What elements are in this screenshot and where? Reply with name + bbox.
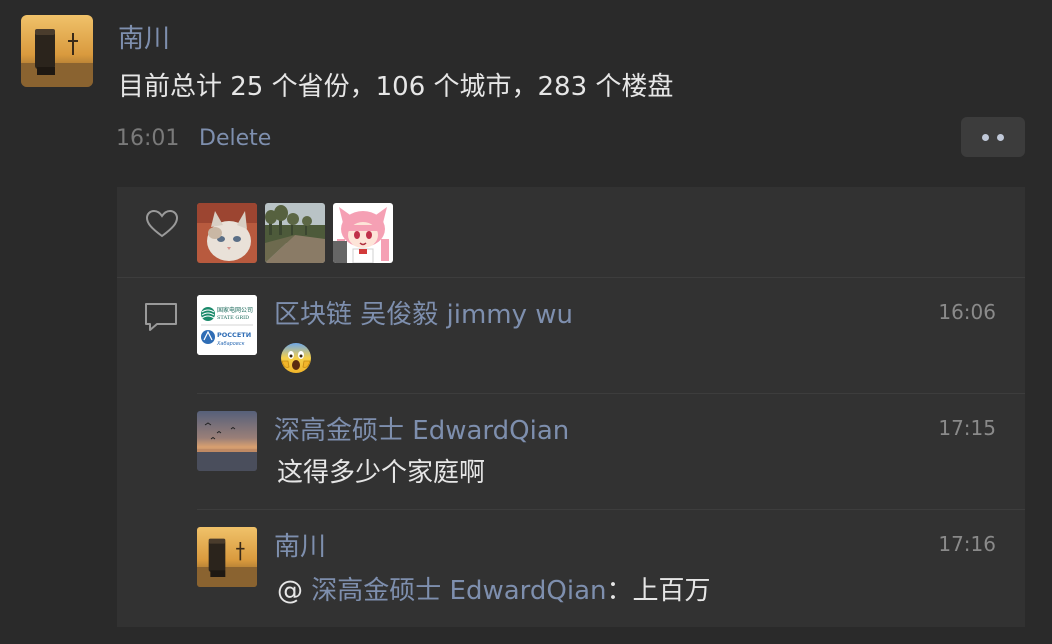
logo-line-1: 国家电网公司 bbox=[217, 306, 253, 314]
comment-divider bbox=[197, 393, 1025, 394]
liker-avatar-cat[interactable] bbox=[197, 203, 257, 263]
logo-line-3: РОССЕТИ bbox=[217, 331, 251, 339]
comment-divider bbox=[197, 509, 1025, 510]
screaming-face-emoji-icon bbox=[281, 343, 311, 373]
cat-image bbox=[197, 203, 257, 263]
moments-post: 南川 目前总计 25 个省份，106 个城市，283 个楼盘 16:01 Del… bbox=[0, 0, 1052, 644]
comment-time: 16:06 bbox=[938, 300, 996, 324]
heart-icon bbox=[145, 209, 179, 238]
reply-at-sign: @ bbox=[277, 576, 303, 606]
comment-text: 这得多少个家庭啊 bbox=[277, 458, 486, 488]
comment-icon bbox=[145, 303, 177, 331]
logo-line-4: Хабаровск bbox=[216, 341, 245, 347]
author-avatar-image bbox=[21, 15, 93, 87]
comment-text: @ 深高金硕士 EdwardQian：上百万 bbox=[277, 573, 711, 609]
author-avatar[interactable] bbox=[21, 15, 93, 87]
nanchuan-avatar-image bbox=[197, 527, 257, 587]
post-text: 目前总计 25 个省份，106 个城市，283 个楼盘 bbox=[118, 72, 674, 102]
anime-girl-image bbox=[333, 203, 393, 263]
delete-link[interactable]: Delete bbox=[199, 124, 271, 154]
commenter-name[interactable]: 区块链 吴俊毅 jimmy wu bbox=[274, 298, 573, 332]
post-time: 16:01 bbox=[116, 126, 180, 151]
more-dot-icon bbox=[982, 134, 989, 141]
logo-line-2: STATE GRID bbox=[217, 315, 249, 321]
liker-avatar-road[interactable] bbox=[265, 203, 325, 263]
sunset-sea-image bbox=[197, 411, 257, 471]
commenter-name[interactable]: 深高金硕士 EdwardQian bbox=[274, 414, 569, 448]
more-options-button[interactable] bbox=[961, 117, 1025, 157]
author-name[interactable]: 南川 bbox=[118, 22, 170, 56]
more-dot-icon bbox=[997, 134, 1004, 141]
road-image bbox=[265, 203, 325, 263]
commenter-avatar-nanchuan[interactable] bbox=[197, 527, 257, 587]
reply-body: ：上百万 bbox=[606, 576, 711, 606]
comment-time: 17:15 bbox=[938, 416, 996, 440]
likes-row bbox=[117, 187, 1025, 277]
likes-divider bbox=[117, 277, 1025, 278]
commenter-avatar-state-grid[interactable]: 国家电网公司 STATE GRID РОССЕТИ Хабаровск bbox=[197, 295, 257, 355]
interactions-panel: 国家电网公司 STATE GRID РОССЕТИ Хабаровск 区块链 … bbox=[117, 187, 1025, 627]
comment-time: 17:16 bbox=[938, 532, 996, 556]
state-grid-logo: 国家电网公司 STATE GRID РОССЕТИ Хабаровск bbox=[197, 295, 257, 355]
commenter-name[interactable]: 南川 bbox=[274, 530, 326, 564]
reply-mention[interactable]: 深高金硕士 EdwardQian bbox=[311, 576, 606, 606]
commenter-avatar-sunset[interactable] bbox=[197, 411, 257, 471]
liker-avatar-anime[interactable] bbox=[333, 203, 393, 263]
